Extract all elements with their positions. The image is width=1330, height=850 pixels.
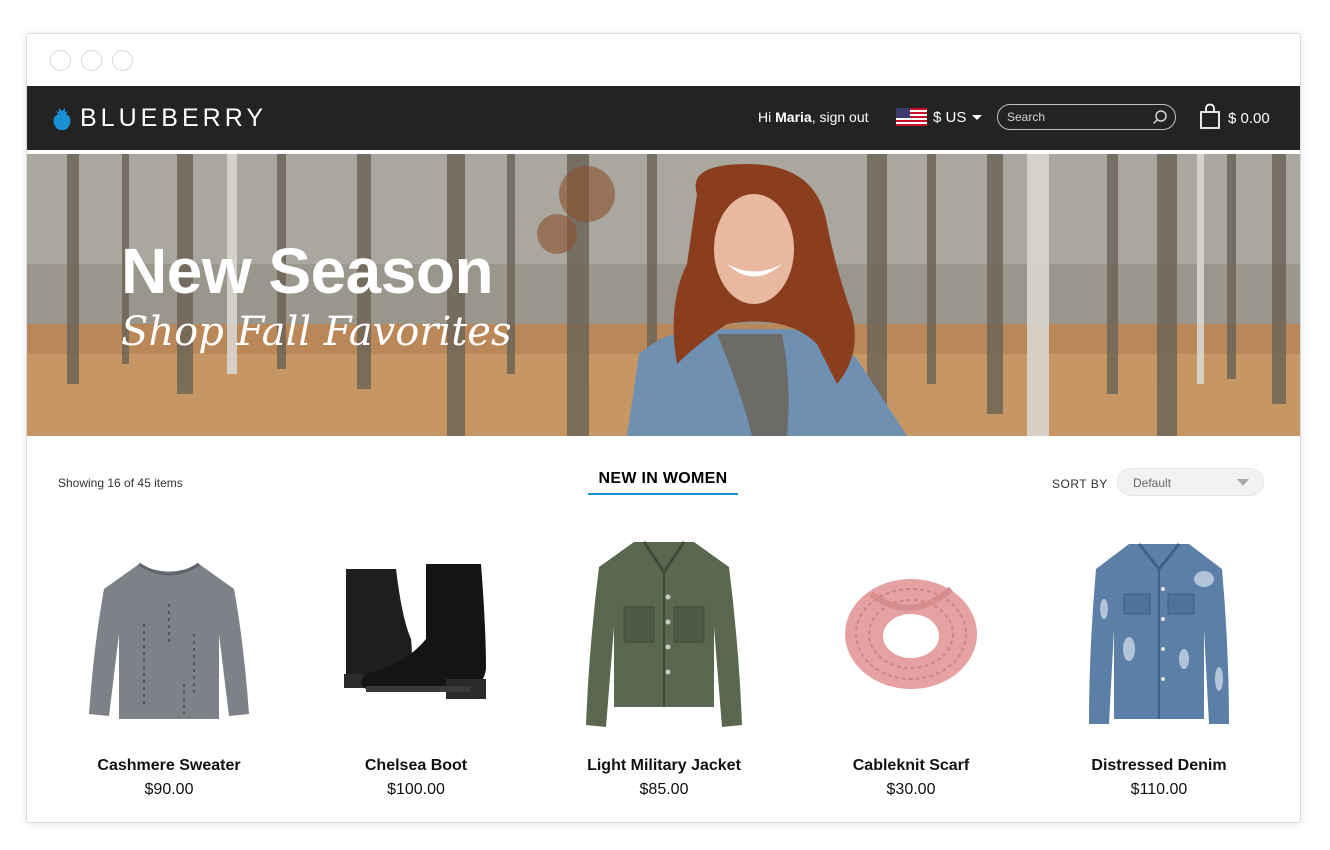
- user-greeting: Hi Maria, sign out: [758, 109, 869, 125]
- product-price: $100.00: [387, 781, 445, 798]
- search-input[interactable]: [997, 104, 1176, 130]
- product-name[interactable]: Cableknit Scarf: [796, 757, 1026, 775]
- user-name: Maria: [775, 109, 812, 125]
- product-name[interactable]: Cashmere Sweater: [54, 757, 284, 775]
- hero-subtitle: Shop Fall Favorites: [121, 309, 512, 355]
- us-flag-icon[interactable]: [896, 108, 927, 126]
- product-price: $85.00: [639, 781, 689, 798]
- product-name[interactable]: Chelsea Boot: [301, 757, 531, 775]
- product-price: $90.00: [144, 781, 194, 798]
- hero-title: New Season: [121, 235, 494, 307]
- product-name[interactable]: Distressed Denim: [1044, 757, 1274, 775]
- shopping-bag-icon[interactable]: [1199, 103, 1221, 129]
- product-card[interactable]: Light Military Jacket $85.00: [549, 534, 779, 799]
- section-underline: [588, 493, 738, 495]
- sweater-image: [89, 562, 249, 719]
- brand-name: BLUEBERRY: [80, 104, 267, 132]
- window-close-button[interactable]: [50, 50, 71, 71]
- cart-total[interactable]: $ 0.00: [1228, 110, 1270, 127]
- search-icon[interactable]: [1152, 109, 1168, 125]
- window-chrome: [27, 34, 1300, 86]
- product-card[interactable]: Cashmere Sweater $90.00: [54, 534, 284, 799]
- chevron-down-icon: [972, 115, 983, 120]
- product-image[interactable]: [54, 534, 284, 734]
- greeting-prefix: Hi: [758, 109, 776, 125]
- sign-out-link[interactable]: , sign out: [812, 109, 869, 125]
- window-minimize-button[interactable]: [81, 50, 102, 71]
- boots-image: [344, 564, 486, 699]
- product-image[interactable]: [549, 534, 779, 734]
- window-maximize-button[interactable]: [112, 50, 133, 71]
- item-count: Showing 16 of 45 items: [58, 476, 183, 490]
- blueberry-icon: [53, 107, 71, 130]
- military-jacket-image: [586, 540, 742, 727]
- currency-selector[interactable]: $ US: [933, 109, 983, 126]
- sort-label: SORT BY: [1052, 477, 1108, 491]
- brand-logo[interactable]: BLUEBERRY: [52, 104, 267, 133]
- denim-jacket-image: [1089, 543, 1229, 724]
- hero-banner[interactable]: New Season Shop Fall Favorites: [27, 154, 1300, 436]
- product-price: $110.00: [1130, 781, 1188, 798]
- product-price: $30.00: [886, 781, 936, 798]
- product-card[interactable]: Distressed Denim $110.00: [1044, 534, 1274, 799]
- product-image[interactable]: [1044, 534, 1274, 734]
- product-card[interactable]: Cableknit Scarf $30.00: [796, 534, 1026, 799]
- sort-caret-icon: [1237, 479, 1249, 486]
- section-title: NEW IN WOMEN: [598, 470, 728, 487]
- top-navbar: BLUEBERRY Hi Maria, sign out $ US $: [27, 86, 1300, 150]
- currency-label: $ US: [933, 109, 967, 126]
- product-card[interactable]: Chelsea Boot $100.00: [301, 534, 531, 799]
- scarf-image: [845, 579, 977, 689]
- browser-window: BLUEBERRY Hi Maria, sign out $ US $: [26, 33, 1301, 823]
- product-image[interactable]: [796, 534, 1026, 734]
- product-image[interactable]: [301, 534, 531, 734]
- product-name[interactable]: Light Military Jacket: [549, 757, 779, 775]
